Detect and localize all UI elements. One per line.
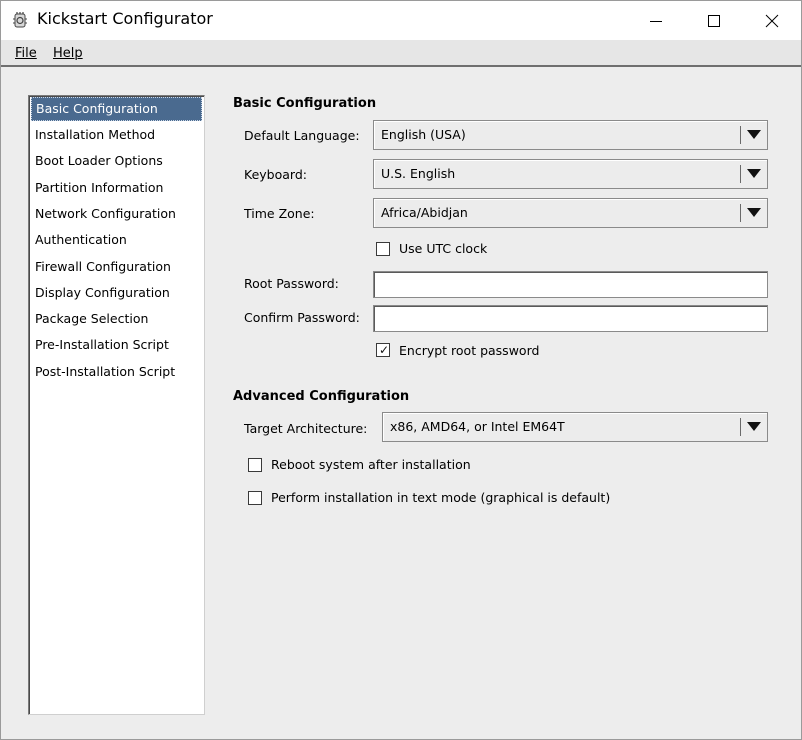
app-window: Kickstart Configurator File Help Basic C… [0,0,802,740]
basic-configuration-heading: Basic Configuration [233,96,377,111]
sidebar-item-post-installation-script[interactable]: Post-Installation Script [31,360,202,384]
minimize-icon [650,20,662,22]
close-button[interactable] [743,1,801,40]
kickstart-app-icon [12,11,28,29]
default-language-combo[interactable]: English (USA) [373,120,768,150]
sidebar-item-package-selection[interactable]: Package Selection [31,307,202,331]
text-mode-install-label[interactable]: Perform installation in text mode (graph… [271,490,610,505]
dropdown-arrow-icon [747,130,761,139]
default-language-value: English (USA) [381,127,466,142]
target-architecture-value: x86, AMD64, or Intel EM64T [390,419,565,434]
advanced-configuration-heading: Advanced Configuration [233,389,410,404]
maximize-icon [708,14,720,27]
minimize-button[interactable] [627,1,685,40]
encrypt-root-password-label[interactable]: Encrypt root password [399,343,539,358]
text-mode-install-checkbox[interactable] [248,491,262,505]
combo-separator [740,126,741,144]
keyboard-value: U.S. English [381,166,456,181]
combo-separator [740,165,741,183]
encrypt-root-password-checkbox[interactable]: ✓ [376,343,390,357]
confirm-password-input[interactable] [373,305,768,332]
keyboard-combo[interactable]: U.S. English [373,159,768,189]
target-architecture-combo[interactable]: x86, AMD64, or Intel EM64T [382,412,768,442]
sidebar-list[interactable]: Basic Configuration Installation Method … [28,95,205,715]
sidebar-item-authentication[interactable]: Authentication [31,228,202,252]
time-zone-combo[interactable]: Africa/Abidjan [373,198,768,228]
menu-bar: File Help [1,40,801,67]
sidebar-item-partition-information[interactable]: Partition Information [31,176,202,200]
time-zone-value: Africa/Abidjan [381,205,468,220]
keyboard-label: Keyboard: [244,167,307,182]
maximize-button[interactable] [685,1,743,40]
sidebar-item-installation-method[interactable]: Installation Method [31,123,202,147]
sidebar-item-pre-installation-script[interactable]: Pre-Installation Script [31,333,202,357]
menu-help[interactable]: Help [53,46,83,61]
sidebar-item-boot-loader-options[interactable]: Boot Loader Options [31,149,202,173]
combo-separator [740,418,741,436]
time-zone-label: Time Zone: [244,206,315,221]
root-password-input[interactable] [373,271,768,298]
sidebar-item-network-configuration[interactable]: Network Configuration [31,202,202,226]
dropdown-arrow-icon [747,169,761,178]
root-password-label: Root Password: [244,276,339,291]
target-architecture-label: Target Architecture: [244,421,368,436]
reboot-after-install-label[interactable]: Reboot system after installation [271,457,471,472]
confirm-password-label: Confirm Password: [244,310,360,325]
menu-file[interactable]: File [15,46,37,61]
default-language-label: Default Language: [244,128,360,143]
reboot-after-install-checkbox[interactable] [248,458,262,472]
dropdown-arrow-icon [747,422,761,431]
combo-separator [740,204,741,222]
sidebar-item-basic-configuration[interactable]: Basic Configuration [31,97,202,121]
window-title: Kickstart Configurator [37,9,213,28]
title-bar[interactable]: Kickstart Configurator [1,1,801,40]
close-icon [765,14,779,27]
use-utc-clock-label[interactable]: Use UTC clock [399,241,487,256]
use-utc-clock-checkbox[interactable] [376,242,390,256]
sidebar-item-firewall-configuration[interactable]: Firewall Configuration [31,255,202,279]
checkmark-icon: ✓ [379,343,390,357]
dropdown-arrow-icon [747,208,761,217]
sidebar-item-display-configuration[interactable]: Display Configuration [31,281,202,305]
